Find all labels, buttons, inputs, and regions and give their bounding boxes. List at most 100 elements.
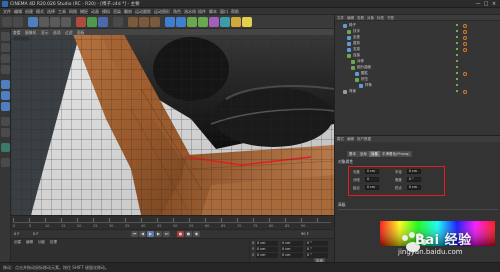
object-row[interactable]: 样条 <box>359 83 500 88</box>
render-settings-icon[interactable] <box>150 17 160 27</box>
material-menu-texture[interactable]: 纹理 <box>50 240 57 245</box>
play-icon[interactable]: ▶ <box>147 231 154 237</box>
om-menu-view[interactable]: 查看 <box>357 16 364 21</box>
start-frame-field[interactable]: 0 F <box>14 232 20 236</box>
om-menu-tags[interactable]: 标签 <box>377 16 384 21</box>
viewport-menu-camera[interactable]: 摄像机 <box>25 30 36 36</box>
edges-mode-icon[interactable] <box>1 91 10 100</box>
solo-icon[interactable] <box>1 128 10 137</box>
object-row[interactable]: 背景 <box>343 89 493 94</box>
undo-icon[interactable] <box>2 17 12 27</box>
viewport-menu-options[interactable]: 选项 <box>53 30 61 36</box>
viewport-menu-display[interactable]: 显示 <box>41 30 49 36</box>
om-menu-objects[interactable]: 对象 <box>367 16 374 21</box>
object-row[interactable]: 挤压 <box>355 77 500 82</box>
viewport-menu-view[interactable]: 查看 <box>13 30 21 36</box>
model-mode-icon[interactable] <box>1 43 10 52</box>
current-frame-field[interactable]: 0 F <box>33 232 39 236</box>
am-menu-edit[interactable]: 编辑 <box>347 137 354 142</box>
z-axis-icon[interactable] <box>98 17 108 27</box>
pen-icon[interactable] <box>176 17 186 27</box>
points-mode-icon[interactable] <box>1 80 10 89</box>
subdivision-icon[interactable] <box>187 17 197 27</box>
tab-object[interactable]: 对象 <box>369 151 380 157</box>
coord-position-field[interactable]: 0 cm <box>256 253 278 258</box>
maximize-button[interactable]: □ <box>483 1 489 7</box>
material-tag-icon[interactable] <box>463 47 467 52</box>
visibility-dot-icon[interactable] <box>456 66 458 68</box>
object-row[interactable]: 椅子 <box>343 23 493 28</box>
object-row[interactable]: 坐垫 <box>347 35 497 40</box>
coord-rotation-field[interactable]: 0 ° <box>306 247 328 252</box>
coord-position-field[interactable]: 0 cm <box>256 241 278 246</box>
om-menu-edit[interactable]: 编辑 <box>347 16 354 21</box>
material-menu-edit[interactable]: 编辑 <box>26 240 33 245</box>
material-tag-icon[interactable] <box>463 41 467 46</box>
rotate-icon[interactable] <box>61 17 71 27</box>
workplane-icon[interactable] <box>1 65 10 74</box>
visibility-dot-icon[interactable] <box>456 36 458 38</box>
redo-icon[interactable] <box>13 17 23 27</box>
object-row[interactable]: 圆柱 <box>355 71 500 76</box>
minimize-button[interactable]: — <box>475 1 481 7</box>
material-tag-icon[interactable] <box>463 29 467 34</box>
render-view-icon[interactable] <box>128 17 138 27</box>
coord-rotation-field[interactable]: 0 ° <box>306 241 328 246</box>
material-tag-icon[interactable] <box>463 23 467 28</box>
visibility-dot-icon[interactable] <box>456 84 458 86</box>
floor-icon[interactable] <box>220 17 230 27</box>
render-picture-icon[interactable] <box>139 17 149 27</box>
viewport-menu-panel[interactable]: 面板 <box>77 30 85 36</box>
live-select-icon[interactable] <box>28 17 38 27</box>
om-menu-file[interactable]: 文件 <box>337 16 344 21</box>
visibility-dot-icon[interactable] <box>456 30 458 32</box>
coord-size-field[interactable]: 0 cm <box>281 247 303 252</box>
close-button[interactable]: × <box>491 1 497 7</box>
timeline-ruler[interactable] <box>13 218 331 223</box>
light-icon[interactable] <box>242 17 252 27</box>
om-menu-bookmarks[interactable]: 书签 <box>387 16 394 21</box>
tab-phong[interactable]: 平滑着色(Phong) <box>380 151 412 157</box>
polygons-mode-icon[interactable] <box>1 102 10 111</box>
autokey-icon[interactable]: ● <box>185 231 192 237</box>
record-icon[interactable]: ● <box>177 231 184 237</box>
object-row[interactable]: 支架 <box>347 47 497 52</box>
axis-mode-icon[interactable] <box>1 117 10 126</box>
tab-basic[interactable]: 基本 <box>347 151 358 157</box>
visibility-dot-icon[interactable] <box>456 90 458 92</box>
am-menu-mode[interactable]: 模式 <box>337 137 344 142</box>
scale-icon[interactable] <box>50 17 60 27</box>
go-to-end-icon[interactable]: ⏭ <box>163 231 170 237</box>
next-key-icon[interactable]: ▶ <box>155 231 162 237</box>
previous-key-icon[interactable]: ◀ <box>139 231 146 237</box>
keyframe-selection-icon[interactable]: ◆ <box>193 231 200 237</box>
move-icon[interactable] <box>39 17 49 27</box>
material-tag-icon[interactable] <box>463 89 467 94</box>
object-row[interactable]: 靠背 <box>347 41 497 46</box>
object-row[interactable]: 扶手 <box>347 29 497 34</box>
y-axis-icon[interactable] <box>87 17 97 27</box>
material-tag-icon[interactable] <box>463 71 467 76</box>
tab-coordinates[interactable]: 坐标 <box>358 151 369 157</box>
visibility-dot-icon[interactable] <box>456 54 458 56</box>
coord-size-field[interactable]: 0 cm <box>281 253 303 258</box>
material-tag-icon[interactable] <box>463 35 467 40</box>
visibility-dot-icon[interactable] <box>456 72 458 74</box>
visibility-dot-icon[interactable] <box>456 24 458 26</box>
object-row[interactable]: 对称 <box>351 59 500 64</box>
snap-icon[interactable] <box>1 143 10 152</box>
object-row[interactable]: 细分曲面 <box>351 65 500 70</box>
x-axis-icon[interactable] <box>76 17 86 27</box>
am-menu-user-data[interactable]: 用户数据 <box>357 137 371 142</box>
visibility-dot-icon[interactable] <box>456 60 458 62</box>
object-row[interactable]: 连接 <box>347 53 497 58</box>
perspective-viewport[interactable]: 查看 摄像机 显示 选项 过滤 面板 透视视图 <box>11 29 334 215</box>
end-frame-field[interactable]: 90 F <box>301 232 309 236</box>
array-icon[interactable] <box>198 17 208 27</box>
coord-position-field[interactable]: 0 cm <box>256 247 278 252</box>
deformer-icon[interactable] <box>209 17 219 27</box>
make-editable-icon[interactable] <box>1 32 10 41</box>
viewport-menu-filter[interactable]: 过滤 <box>65 30 73 36</box>
visibility-dot-icon[interactable] <box>456 42 458 44</box>
lock-workplane-icon[interactable] <box>1 158 10 167</box>
